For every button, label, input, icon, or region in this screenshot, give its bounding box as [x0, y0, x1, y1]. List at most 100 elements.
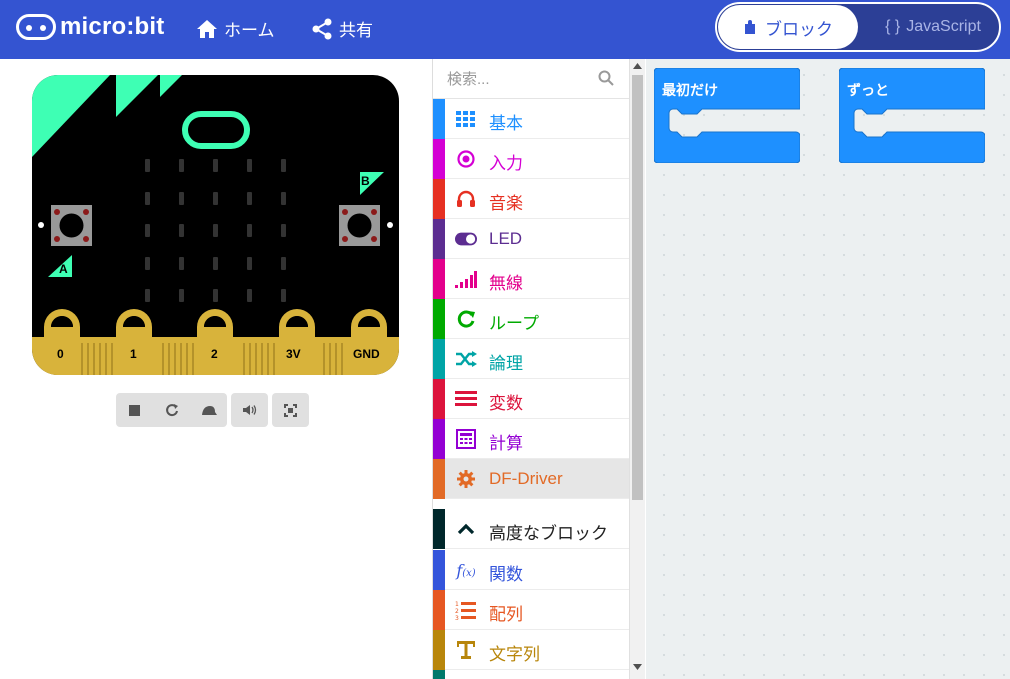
category-label: 基本 [489, 114, 523, 133]
category-loops[interactable]: ループ [433, 299, 630, 339]
on-start-block[interactable]: 最初だけ [653, 67, 801, 164]
category-label: 計算 [489, 434, 523, 453]
category-label: 音楽 [489, 194, 523, 213]
blocks-workspace[interactable]: 最初だけ ずっと [646, 59, 1010, 679]
category-color-bar [433, 299, 445, 339]
category-math[interactable]: 計算 [433, 419, 630, 459]
category-color-bar [433, 219, 445, 259]
forever-block[interactable]: ずっと [838, 67, 986, 164]
category-music[interactable]: 音楽 [433, 179, 630, 219]
category-color-bar [433, 459, 445, 499]
button-b[interactable] [339, 205, 380, 246]
microbit-logo-icon [16, 14, 56, 40]
category-text[interactable]: 文字列 [433, 630, 630, 670]
javascript-tab[interactable]: { } JavaScript [867, 5, 999, 49]
fullscreen-icon [284, 403, 297, 417]
braces-icon: { } [885, 18, 901, 35]
toolbox: 基本 入力 音楽 LED 無線 ループ 論理 変数 計算 [432, 59, 630, 679]
category-label: 論理 [489, 354, 523, 373]
restart-icon [165, 404, 178, 417]
category-color-bar [433, 379, 445, 419]
category-radio[interactable]: 無線 [433, 259, 630, 299]
slow-motion-button[interactable] [190, 393, 227, 427]
search-icon[interactable] [598, 70, 614, 86]
category-label: ループ [489, 314, 539, 333]
toolbox-search [433, 59, 630, 99]
pin-gnd-label[interactable]: GND [353, 347, 380, 361]
category-color-bar [433, 339, 445, 379]
blocks-tab-label: ブロック [765, 19, 833, 39]
signal-icon [455, 269, 477, 289]
pin-2-label[interactable]: 2 [211, 347, 218, 361]
headphones-icon [455, 189, 477, 209]
toolbox-scrollbar[interactable] [629, 59, 645, 679]
category-label: 関数 [489, 565, 523, 584]
category-variables[interactable]: 変数 [433, 379, 630, 419]
search-input[interactable] [447, 67, 597, 91]
home-icon [197, 19, 217, 38]
category-led[interactable]: LED [433, 219, 630, 259]
restart-button[interactable] [153, 393, 190, 427]
category-input[interactable]: 入力 [433, 139, 630, 179]
category-arrays[interactable]: 123 配列 [433, 590, 630, 630]
toolbox-divider [433, 499, 630, 509]
button-a[interactable] [51, 205, 92, 246]
category-color-bar [433, 630, 445, 670]
javascript-tab-label: JavaScript [906, 18, 981, 35]
category-advanced[interactable]: 高度なブロック [433, 509, 630, 549]
toggle-icon [455, 229, 477, 249]
pin-3v-label[interactable]: 3V [286, 347, 301, 361]
svg-text:3: 3 [455, 615, 459, 620]
chevron-up-icon [455, 519, 477, 539]
board-graphic [32, 75, 399, 375]
mute-button[interactable] [231, 393, 268, 427]
stop-button[interactable] [116, 393, 153, 427]
share-button[interactable]: 共有 [311, 16, 373, 41]
shuffle-icon [455, 349, 477, 369]
home-button[interactable]: ホーム [196, 16, 275, 41]
logo-text: micro:bit [60, 13, 165, 40]
category-color-bar [433, 179, 445, 219]
microbit-board: A B 0 1 2 3V GND [32, 75, 399, 375]
share-label: 共有 [339, 21, 373, 40]
blocks-tab[interactable]: ブロック [718, 5, 858, 49]
scroll-up-icon[interactable] [633, 63, 642, 69]
simulator-panel: A B 0 1 2 3V GND [0, 59, 432, 679]
target-icon [455, 149, 477, 169]
share-icon [312, 18, 332, 39]
category-label: DF-Driver [489, 469, 563, 488]
home-label: ホーム [224, 21, 275, 40]
fullscreen-button[interactable] [272, 393, 309, 427]
category-functions[interactable]: f(x) 関数 [433, 550, 630, 590]
scroll-down-icon[interactable] [633, 664, 642, 670]
forever-label: ずっと [847, 82, 889, 98]
category-color-bar [433, 99, 445, 139]
svg-text:1: 1 [455, 601, 459, 608]
category-df-driver[interactable]: DF-Driver [433, 459, 630, 499]
button-b-label: B [361, 174, 370, 188]
category-color-bar [433, 139, 445, 179]
editor-toggle: ブロック { } JavaScript [715, 2, 1001, 52]
function-icon: f(x) [456, 560, 476, 580]
slow-motion-icon [201, 406, 217, 415]
category-color-bar [433, 590, 445, 630]
category-logic[interactable]: 論理 [433, 339, 630, 379]
gear-icon [455, 469, 477, 489]
pin-0-label[interactable]: 0 [57, 347, 64, 361]
grid-icon [455, 109, 477, 129]
calculator-icon [455, 429, 477, 449]
category-label: 配列 [489, 605, 523, 624]
category-color-bar [433, 419, 445, 459]
led-matrix [145, 159, 286, 302]
stop-icon [129, 404, 140, 416]
category-color-bar [433, 259, 445, 299]
microbit-logo[interactable]: micro:bit [16, 13, 164, 41]
refresh-icon [455, 309, 477, 329]
category-color-bar [433, 509, 445, 549]
category-label: 入力 [489, 154, 523, 173]
button-a-label: A [59, 262, 68, 276]
category-basic[interactable]: 基本 [433, 99, 630, 139]
pin-1-label[interactable]: 1 [130, 347, 137, 361]
lines-icon [455, 389, 477, 409]
scrollbar-thumb[interactable] [632, 75, 643, 500]
